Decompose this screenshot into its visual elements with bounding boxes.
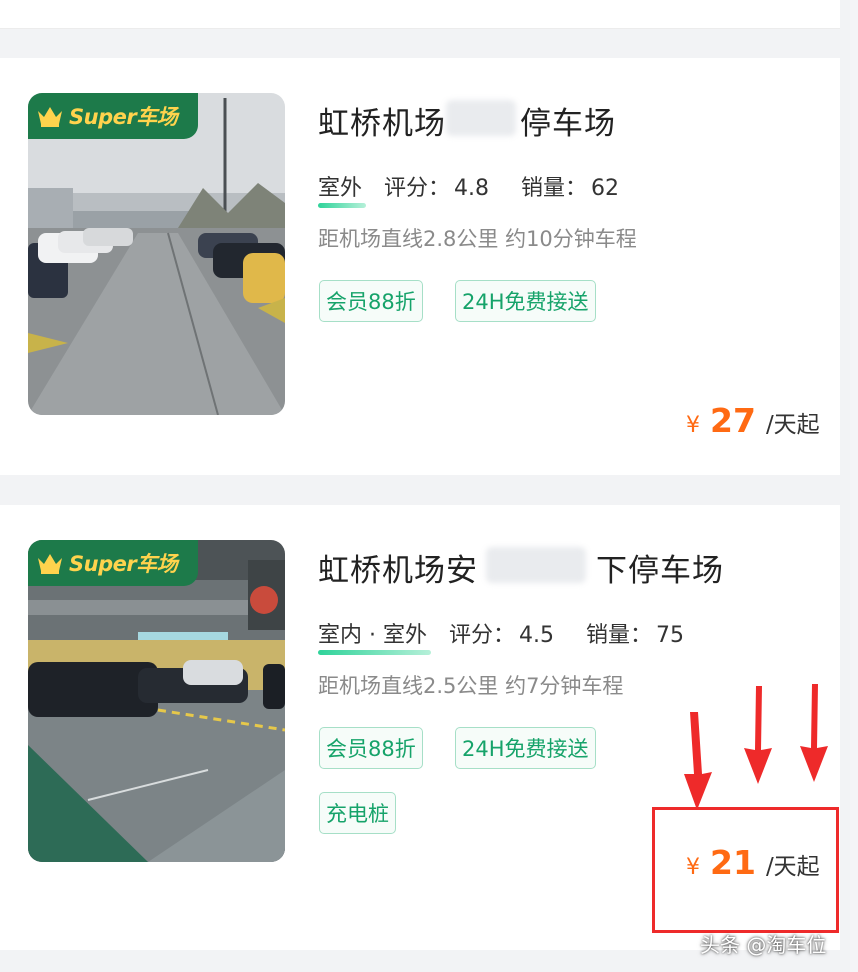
parking-lot-card[interactable]: Super车场 虹桥机场 停车场 室外 评分： 4.8 销量： 62 距机场直线2… <box>0 58 840 475</box>
environment-tag: 室内 · 室外 <box>318 617 431 655</box>
price-highlight-box <box>652 807 839 933</box>
super-badge-label: Super车场 <box>69 552 178 576</box>
red-arrow-icon <box>684 712 712 810</box>
crown-icon <box>38 107 62 127</box>
distance-info: 距机场直线2.5公里 约7分钟车程 <box>318 674 624 698</box>
rating-label: 评分： <box>384 176 451 201</box>
rating-value: 4.5 <box>519 623 554 648</box>
free-shuttle-tag: 24H免费接送 <box>455 280 596 322</box>
price: ¥ 27 /天起 <box>686 401 820 440</box>
price-unit: /天起 <box>765 412 820 438</box>
super-badge: Super车场 <box>28 93 198 139</box>
parking-lot-photo[interactable]: Super车场 <box>28 93 285 415</box>
title-part-2: 停车场 <box>520 106 616 142</box>
sales-value: 75 <box>656 623 685 648</box>
super-badge-label: Super车场 <box>69 105 178 129</box>
parking-lot-photo[interactable]: Super车场 <box>28 540 285 862</box>
title-part-1: 虹桥机场安 <box>318 553 478 589</box>
watermark: 头条 @淘车位 <box>700 933 827 957</box>
charging-pile-tag: 充电桩 <box>319 792 396 834</box>
price-amount: 27 <box>710 401 756 440</box>
member-discount-tag: 会员88折 <box>319 280 423 322</box>
crown-icon <box>38 554 62 574</box>
member-discount-tag: 会员88折 <box>319 727 423 769</box>
distance-info: 距机场直线2.8公里 约10分钟车程 <box>318 227 637 251</box>
title-blur <box>486 547 586 583</box>
sales-label: 销量： <box>521 176 588 201</box>
title-blur <box>446 100 516 136</box>
sales-label: 销量： <box>586 623 653 648</box>
red-arrow-icon <box>800 684 828 782</box>
page-edge <box>850 0 858 972</box>
free-shuttle-tag: 24H免费接送 <box>455 727 596 769</box>
previous-card-bottom <box>0 0 840 29</box>
meta-row: 室内 · 室外 评分： 4.5 销量： 75 <box>318 617 685 655</box>
rating-label: 评分： <box>448 623 515 648</box>
red-arrow-icon <box>744 686 772 784</box>
currency-symbol: ¥ <box>686 413 700 438</box>
rating-value: 4.8 <box>454 176 490 201</box>
underground-parking-image <box>28 540 285 862</box>
super-badge: Super车场 <box>28 540 198 586</box>
title-part-1: 虹桥机场 <box>318 106 446 142</box>
outdoor-parking-image <box>28 93 285 415</box>
title-part-2: 下停车场 <box>596 553 724 589</box>
meta-row: 室外 评分： 4.8 销量： 62 <box>318 170 620 208</box>
environment-tag: 室外 <box>318 170 367 208</box>
sales-value: 62 <box>591 176 620 201</box>
